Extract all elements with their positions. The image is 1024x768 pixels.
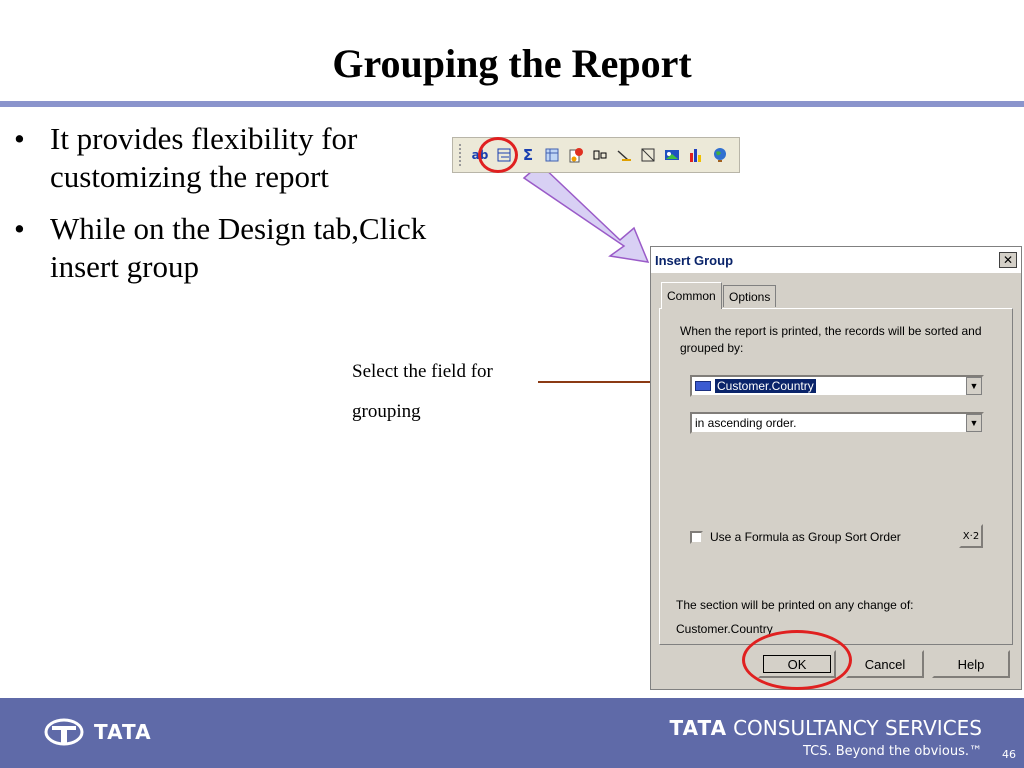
bullet-dot: • (14, 121, 25, 156)
footer-bar: TATA TATA CONSULTANCY SERVICES TCS. Beyon… (0, 698, 1024, 768)
title-divider (0, 101, 1024, 107)
map-icon[interactable] (710, 144, 730, 166)
group-instruction-text: When the report is printed, the records … (680, 324, 982, 355)
cross-tab-icon[interactable] (542, 144, 562, 166)
callout-text: Select the field for grouping (352, 352, 552, 432)
chevron-down-icon[interactable]: ▼ (966, 377, 982, 395)
formula-sort-checkbox[interactable] (690, 531, 703, 544)
section-change-field: Customer.Country (676, 622, 773, 636)
page-number: 46 (1002, 748, 1016, 761)
help-button[interactable]: Help (932, 650, 1010, 678)
cancel-button[interactable]: Cancel (846, 650, 924, 678)
bullet-text: While on the Design tab,Click insert gro… (50, 211, 427, 284)
sort-order-value: in ascending order. (695, 416, 797, 430)
tata-logo-icon (44, 718, 84, 746)
group-field-dropdown[interactable]: Customer.Country ▼ (690, 375, 984, 397)
bullet-dot: • (14, 211, 25, 246)
field-object-icon[interactable] (590, 144, 610, 166)
group-field-value: Customer.Country (715, 379, 816, 393)
box-icon[interactable] (638, 144, 658, 166)
bullet-list: • It provides flexibility for customizin… (14, 120, 454, 300)
tata-brand: TATA (44, 718, 152, 746)
highlight-oval-ok (742, 630, 852, 690)
tab-common[interactable]: Common (661, 282, 722, 309)
tcs-brand-bold: TATA (669, 716, 728, 740)
dialog-titlebar[interactable]: Insert Group ✕ (651, 247, 1021, 274)
callout-line: Select the field for (352, 361, 493, 382)
chevron-down-icon[interactable]: ▼ (966, 414, 982, 432)
ole-object-icon[interactable] (566, 144, 586, 166)
tab-options[interactable]: Options (723, 285, 777, 307)
large-arrow-shape (522, 162, 650, 263)
bullet-item: • It provides flexibility for customizin… (14, 120, 454, 196)
close-icon[interactable]: ✕ (999, 252, 1017, 268)
callout-line: grouping (352, 401, 421, 422)
bullet-text: It provides flexibility for customizing … (50, 121, 358, 194)
common-tab-panel: When the report is printed, the records … (659, 308, 1013, 645)
tcs-tagline: TCS. Beyond the obvious.™ (802, 744, 982, 759)
bullet-item: • While on the Design tab,Click insert g… (14, 210, 454, 286)
formula-editor-button[interactable]: X·2 (959, 524, 983, 548)
tcs-brand: TATA CONSULTANCY SERVICES (670, 716, 983, 740)
tata-wordmark: TATA (94, 720, 152, 744)
line-icon[interactable] (614, 144, 634, 166)
picture-icon[interactable] (662, 144, 682, 166)
highlight-circle-insert-group (478, 137, 518, 173)
database-field-icon (695, 381, 711, 391)
slide-title: Grouping the Report (332, 41, 692, 86)
tcs-brand-name: CONSULTANCY SERVICES (733, 716, 982, 740)
insert-group-dialog: Insert Group ✕ Common Options When the r… (650, 246, 1022, 690)
dialog-title: Insert Group (655, 252, 734, 268)
section-change-note: The section will be printed on any chang… (676, 598, 914, 612)
chart-icon[interactable] (686, 144, 706, 166)
formula-sort-label[interactable]: Use a Formula as Group Sort Order (710, 529, 901, 546)
toolbar-grip[interactable] (459, 144, 464, 166)
summary-sigma-icon[interactable]: Σ (518, 144, 538, 166)
sort-order-dropdown[interactable]: in ascending order. ▼ (690, 412, 984, 434)
